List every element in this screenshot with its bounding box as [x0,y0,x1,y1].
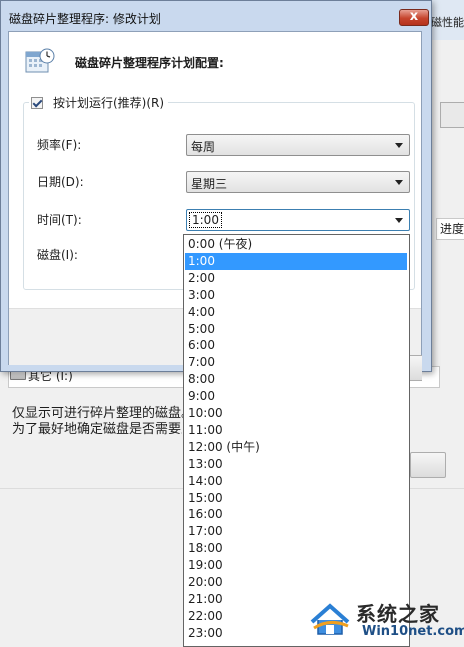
frequency-label: 频率(F): [37,138,82,152]
time-option[interactable]: 13:00 [185,456,407,473]
disks-label: 磁盘(I): [37,248,78,262]
chevron-down-icon [395,218,403,223]
time-option[interactable]: 3:00 [185,287,407,304]
run-on-schedule-checkbox-row[interactable]: 按计划运行(推荐)(R) [29,94,169,111]
time-option[interactable]: 12:00 (中午) [185,439,407,456]
time-option[interactable]: 17:00 [185,523,407,540]
schedule-config-heading: 磁盘碎片整理程序计划配置: [75,56,224,70]
time-option[interactable]: 5:00 [185,321,407,338]
chevron-down-icon [395,143,403,148]
time-option[interactable]: 6:00 [185,337,407,354]
time-option[interactable]: 9:00 [185,388,407,405]
time-option[interactable]: 11:00 [185,422,407,439]
run-on-schedule-label[interactable]: 按计划运行(推荐)(R) [53,94,164,111]
watermark-subtitle: Win10net.com [362,624,464,639]
time-option[interactable]: 2:00 [185,270,407,287]
time-option[interactable]: 7:00 [185,354,407,371]
dialog-titlebar[interactable]: 磁盘碎片整理程序: 修改计划 x [1,1,431,31]
column-header-label: 磁性能 [431,16,464,29]
chevron-down-icon [395,180,403,185]
house-logo-icon [310,603,350,635]
time-label: 时间(T): [37,213,82,227]
time-select[interactable]: 1:00 [186,209,410,231]
time-option[interactable]: 10:00 [185,405,407,422]
time-option[interactable]: 0:00 (午夜) [185,236,407,253]
analyze-button[interactable] [410,452,446,478]
time-option[interactable]: 1:00 [185,252,407,270]
time-option[interactable]: 15:00 [185,490,407,507]
info-text-line2: 为了最好地确定磁盘是否需要立即 [12,422,182,437]
watermark: 系统之家 Win10net.com [300,592,464,647]
time-option[interactable]: 8:00 [185,371,407,388]
time-option[interactable]: 20:00 [185,574,407,591]
time-option[interactable]: 4:00 [185,304,407,321]
run-on-schedule-checkbox[interactable] [31,96,43,109]
time-option[interactable]: 18:00 [185,540,407,557]
close-button[interactable]: x [399,9,429,26]
watermark-title: 系统之家 [356,602,440,626]
time-option[interactable]: 14:00 [185,473,407,490]
day-label: 日期(D): [37,175,84,189]
time-option[interactable]: 16:00 [185,506,407,523]
day-value: 星期三 [191,177,228,191]
time-option[interactable]: 19:00 [185,557,407,574]
progress-column-header[interactable]: 进度 [436,218,464,240]
time-value: 1:00 [189,212,222,228]
frequency-value: 每周 [191,140,216,154]
frequency-select[interactable]: 每周 [186,134,410,156]
calendar-clock-icon [25,48,55,73]
time-dropdown-list[interactable]: 0:00 (午夜) 1:00 2:00 3:00 4:00 5:00 6:00 7:00 8:0… [183,234,410,647]
day-select[interactable]: 星期三 [186,171,410,193]
dialog-title: 磁盘碎片整理程序: 修改计划 [9,12,161,26]
partial-button[interactable] [440,102,464,128]
close-icon: x [409,9,419,24]
